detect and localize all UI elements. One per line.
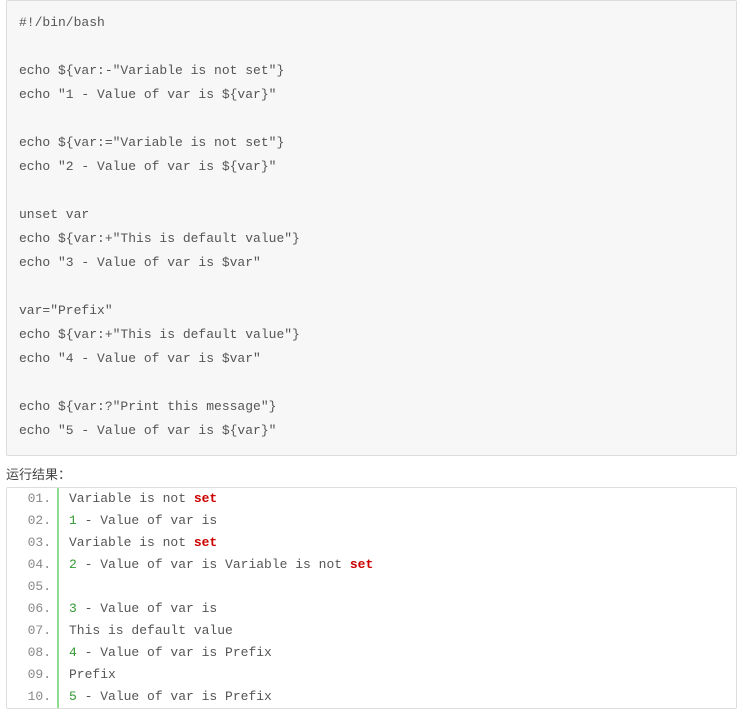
- result-line: Prefix: [59, 664, 736, 686]
- result-row: 10.5 - Value of var is Prefix: [7, 686, 736, 708]
- source-code-block: #!/bin/bash echo ${var:-"Variable is not…: [6, 0, 737, 456]
- result-line: 5 - Value of var is Prefix: [59, 686, 736, 708]
- result-row: 08.4 - Value of var is Prefix: [7, 642, 736, 664]
- text-token: - Value of var is Prefix: [77, 689, 272, 704]
- keyword-token: set: [194, 535, 217, 550]
- line-number: 02.: [7, 510, 59, 532]
- result-row: 07. This is default value: [7, 620, 736, 642]
- text-token: - Value of var is Prefix: [77, 645, 272, 660]
- line-number: 06.: [7, 598, 59, 620]
- result-line: 4 - Value of var is Prefix: [59, 642, 736, 664]
- text-token: Variable is not: [69, 535, 194, 550]
- result-row: 04.2 - Value of var is Variable is not s…: [7, 554, 736, 576]
- number-token: 1: [69, 513, 77, 528]
- line-number: 04.: [7, 554, 59, 576]
- text-token: Prefix: [69, 667, 116, 682]
- result-row: 09. Prefix: [7, 664, 736, 686]
- line-number: 08.: [7, 642, 59, 664]
- result-line: 3 - Value of var is: [59, 598, 736, 620]
- keyword-token: set: [194, 491, 217, 506]
- result-line: 1 - Value of var is: [59, 510, 736, 532]
- result-row: 02.1 - Value of var is: [7, 510, 736, 532]
- line-number: 10.: [7, 686, 59, 708]
- result-line: Variable is not set: [59, 532, 736, 554]
- result-row: 03.Variable is not set: [7, 532, 736, 554]
- line-number: 05.: [7, 576, 59, 598]
- number-token: 5: [69, 689, 77, 704]
- text-token: - Value of var is: [77, 601, 217, 616]
- result-row: 06.3 - Value of var is: [7, 598, 736, 620]
- result-heading: 运行结果：: [6, 462, 737, 487]
- number-token: 3: [69, 601, 77, 616]
- result-row: 01.Variable is not set: [7, 488, 736, 510]
- text-token: - Value of var is: [77, 513, 217, 528]
- line-number: 07.: [7, 620, 59, 642]
- text-token: This is default value: [69, 623, 233, 638]
- line-number: 01.: [7, 488, 59, 510]
- result-line: This is default value: [59, 620, 736, 642]
- result-line: 2 - Value of var is Variable is not set: [59, 554, 736, 576]
- result-row: 05.: [7, 576, 736, 598]
- text-token: - Value of var is Variable is not: [77, 557, 350, 572]
- result-line: Variable is not set: [59, 488, 736, 510]
- result-line: [59, 576, 736, 598]
- result-output-block: 01.Variable is not set02.1 - Value of va…: [6, 487, 737, 709]
- number-token: 4: [69, 645, 77, 660]
- line-number: 03.: [7, 532, 59, 554]
- text-token: Variable is not: [69, 491, 194, 506]
- number-token: 2: [69, 557, 77, 572]
- keyword-token: set: [350, 557, 373, 572]
- line-number: 09.: [7, 664, 59, 686]
